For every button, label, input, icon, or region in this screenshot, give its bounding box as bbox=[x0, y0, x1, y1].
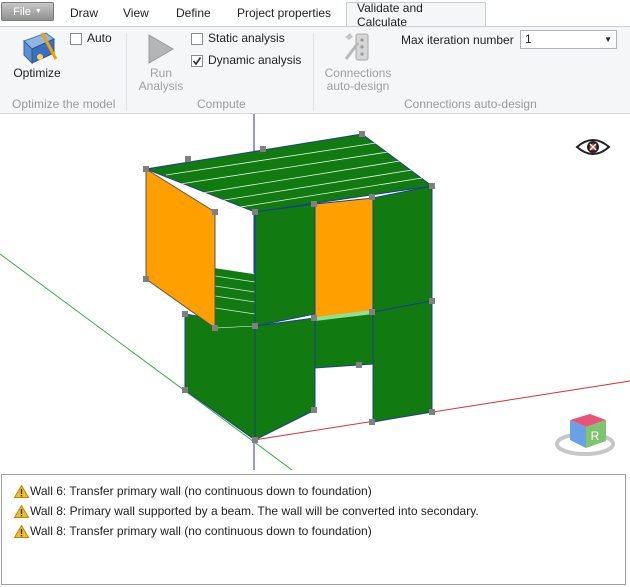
tab-draw[interactable]: Draw bbox=[70, 6, 98, 20]
log-message[interactable]: Wall 8: Primary wall supported by a beam… bbox=[14, 504, 479, 518]
optimize-label: Optimize bbox=[13, 66, 61, 80]
message-log-panel[interactable]: Wall 6: Transfer primary wall (no contin… bbox=[1, 474, 626, 585]
log-message-text: Wall 8: Transfer primary wall (no contin… bbox=[30, 524, 372, 538]
chevron-down-icon: ▼ bbox=[34, 8, 42, 15]
view-cube-face-label: R bbox=[591, 429, 600, 443]
ribbon-separator bbox=[313, 33, 314, 111]
run-label-line2: Analysis bbox=[138, 79, 184, 93]
ribbon-panel: Optimize Auto Optimize the model Run Ana… bbox=[0, 26, 630, 114]
auto-checkbox[interactable] bbox=[70, 33, 82, 45]
log-message[interactable]: Wall 8: Transfer primary wall (no contin… bbox=[14, 524, 372, 538]
static-analysis-label: Static analysis bbox=[208, 31, 285, 45]
wall-front-lower-middle[interactable] bbox=[314, 311, 374, 369]
tab-view[interactable]: View bbox=[123, 6, 149, 20]
dynamic-analysis-label: Dynamic analysis bbox=[208, 53, 302, 67]
tab-validate-and-calculate[interactable]: Validate and Calculate bbox=[346, 1, 486, 29]
group-label-optimize: Optimize the model bbox=[12, 97, 116, 111]
chevron-down-icon: ▼ bbox=[604, 35, 612, 44]
play-icon bbox=[148, 34, 174, 64]
tab-project-properties[interactable]: Project properties bbox=[237, 6, 331, 20]
connections-label-line2: auto-design bbox=[326, 79, 390, 93]
log-message-text: Wall 6: Transfer primary wall (no contin… bbox=[30, 484, 372, 498]
warning-icon bbox=[14, 484, 29, 498]
group-label-connections: Connections auto-design bbox=[404, 97, 537, 111]
auto-label: Auto bbox=[87, 31, 112, 45]
max-iteration-select[interactable]: 1 ▼ bbox=[520, 30, 617, 49]
tab-define[interactable]: Define bbox=[176, 6, 211, 20]
file-menu-label: File bbox=[13, 5, 31, 18]
wall-front-upper-right[interactable] bbox=[372, 185, 433, 313]
wall-front-lower-right[interactable] bbox=[372, 300, 433, 423]
model-3d-viewport[interactable]: R bbox=[0, 114, 630, 470]
wall-front-lower-left[interactable] bbox=[254, 317, 316, 441]
log-message-text: Wall 8: Primary wall supported by a beam… bbox=[30, 504, 479, 518]
connections-icon bbox=[344, 33, 369, 61]
run-analysis-button[interactable]: Run Analysis bbox=[136, 29, 186, 95]
optimize-icon bbox=[23, 32, 58, 65]
model-3d-canvas[interactable]: R bbox=[0, 114, 630, 470]
wall-left-lower[interactable] bbox=[184, 313, 256, 441]
checkmark-icon bbox=[192, 57, 202, 66]
group-label-compute: Compute bbox=[197, 97, 246, 111]
run-label-line1: Run bbox=[149, 66, 172, 80]
warning-icon bbox=[14, 504, 29, 518]
log-message[interactable]: Wall 6: Transfer primary wall (no contin… bbox=[14, 484, 372, 498]
visibility-eye-icon[interactable] bbox=[575, 139, 611, 155]
connections-auto-design-button[interactable]: Connections auto-design bbox=[320, 29, 396, 95]
wall-front-upper-orange[interactable] bbox=[314, 197, 374, 321]
connections-label-line1: Connections bbox=[324, 66, 392, 80]
ribbon-separator bbox=[126, 33, 127, 111]
dynamic-analysis-checkbox[interactable] bbox=[191, 55, 203, 67]
max-iteration-label: Max iteration number bbox=[401, 33, 514, 47]
max-iteration-value: 1 bbox=[525, 32, 532, 46]
optimize-button[interactable]: Optimize bbox=[8, 29, 66, 87]
static-analysis-checkbox[interactable] bbox=[191, 33, 203, 45]
ribbon-tab-bar: File ▼ Draw View Define Project properti… bbox=[0, 0, 630, 29]
warning-icon bbox=[14, 524, 29, 538]
wall-front-upper-left[interactable] bbox=[254, 203, 316, 327]
view-cube[interactable]: R bbox=[555, 414, 615, 456]
file-menu-button[interactable]: File ▼ bbox=[1, 2, 54, 21]
